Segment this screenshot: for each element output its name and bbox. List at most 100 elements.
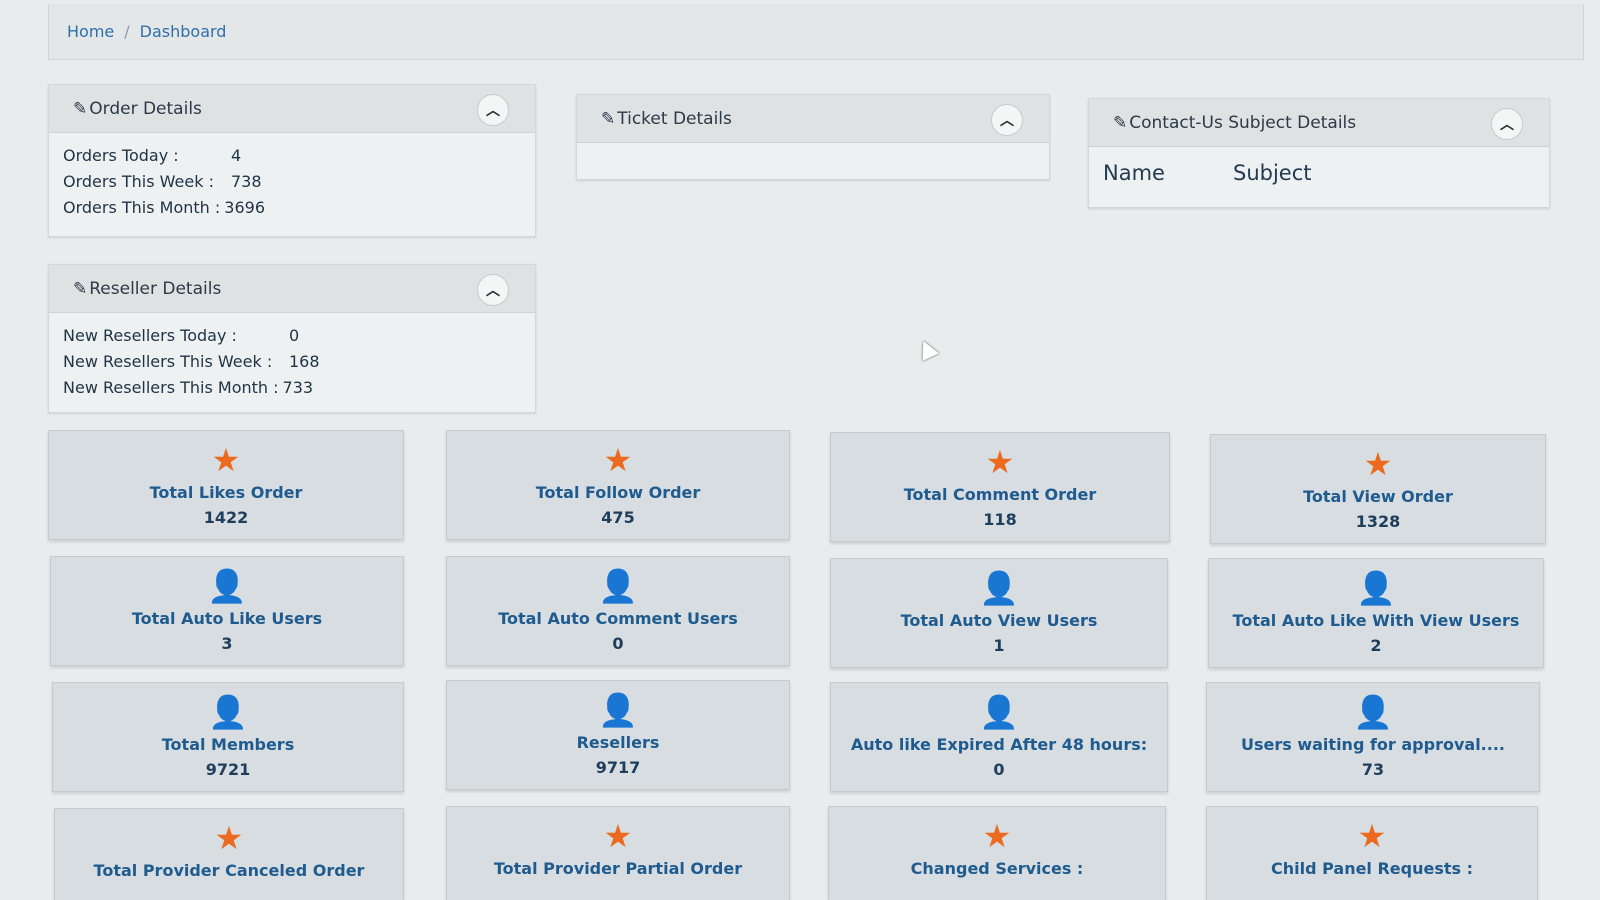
- stat-tile-total-auto-like-with-view-users[interactable]: 👤 Total Auto Like With View Users 2: [1208, 558, 1544, 668]
- ticket-details-title: Ticket Details: [617, 108, 732, 129]
- reseller-stat-value: 0: [289, 326, 300, 345]
- ticket-details-collapse-button[interactable]: ︿: [991, 104, 1023, 136]
- user-icon: 👤: [208, 693, 248, 731]
- order-stat-label: Orders This Week :: [63, 172, 214, 191]
- breadcrumb-home-link[interactable]: Home: [67, 22, 114, 41]
- stat-tile-total-members[interactable]: 👤 Total Members 9721: [52, 682, 404, 792]
- reseller-stat-row: New Resellers This Month :733: [63, 375, 521, 401]
- stat-tile-auto-like-expired[interactable]: 👤 Auto like Expired After 48 hours: 0: [830, 682, 1168, 792]
- stat-tile-label: Total Provider Canceled Order: [93, 861, 365, 880]
- stat-tile-value: 475: [601, 508, 635, 527]
- reseller-stat-row: New Resellers This Week : 168: [63, 349, 521, 375]
- star-icon: ★: [982, 817, 1012, 855]
- user-icon: 👤: [1353, 693, 1393, 731]
- breadcrumb: Home / Dashboard: [48, 4, 1584, 60]
- stat-tile-total-auto-comment-users[interactable]: 👤 Total Auto Comment Users 0: [446, 556, 790, 666]
- stat-tile-label: Users waiting for approval....: [1241, 735, 1505, 754]
- user-icon: 👤: [979, 693, 1019, 731]
- order-details-panel: ✎ Order Details ︿ Orders Today : 4 Orders…: [48, 84, 536, 237]
- stat-tile-value: 1422: [203, 508, 249, 527]
- edit-icon: ✎: [601, 108, 616, 129]
- stat-tile-total-follow-order[interactable]: ★ Total Follow Order 475: [446, 430, 790, 540]
- user-icon: 👤: [598, 691, 638, 729]
- order-stat-value: 738: [231, 172, 262, 191]
- stat-tile-label: Resellers: [576, 733, 660, 752]
- reseller-stat-label: New Resellers This Week :: [63, 352, 273, 371]
- edit-icon: ✎: [1113, 112, 1128, 133]
- ticket-details-panel: ✎ Ticket Details ︿: [576, 94, 1050, 180]
- order-details-title: Order Details: [89, 98, 202, 119]
- column-header-name: Name: [1103, 161, 1165, 185]
- reseller-details-collapse-button[interactable]: ︿: [477, 274, 509, 306]
- star-icon: ★: [603, 817, 633, 855]
- contact-table-header: Name Subject: [1089, 147, 1549, 199]
- stat-tile-total-auto-like-users[interactable]: 👤 Total Auto Like Users 3: [50, 556, 404, 666]
- reseller-details-header: ✎ Reseller Details ︿: [49, 265, 535, 313]
- reseller-stat-label: New Resellers This Month :: [63, 378, 279, 397]
- stat-tile-value: 73: [1361, 760, 1385, 779]
- stat-tile-changed-services[interactable]: ★ Changed Services :: [828, 806, 1166, 900]
- star-icon: ★: [1363, 445, 1393, 483]
- ticket-details-header: ✎ Ticket Details ︿: [577, 95, 1049, 143]
- star-icon: ★: [211, 441, 241, 479]
- reseller-stat-label: New Resellers Today :: [63, 326, 237, 345]
- stat-tile-label: Total Likes Order: [149, 483, 303, 502]
- reseller-details-title: Reseller Details: [89, 278, 222, 299]
- order-stat-label: Orders Today :: [63, 146, 179, 165]
- stat-tile-total-likes-order[interactable]: ★ Total Likes Order 1422: [48, 430, 404, 540]
- chevron-up-icon: ︿: [486, 283, 500, 299]
- stat-tile-value: 0: [612, 634, 624, 653]
- stat-tile-label: Total Members: [161, 735, 295, 754]
- contact-details-collapse-button[interactable]: ︿: [1491, 108, 1523, 140]
- stat-tile-label: Total Comment Order: [903, 485, 1097, 504]
- order-stat-value: 4: [231, 146, 242, 165]
- star-icon: ★: [1357, 817, 1387, 855]
- stat-tile-label: Child Panel Requests :: [1270, 859, 1474, 878]
- order-details-body: Orders Today : 4 Orders This Week : 738 Or…: [49, 133, 535, 231]
- stat-tile-label: Total Auto Comment Users: [498, 609, 738, 628]
- stat-tile-total-provider-canceled-order[interactable]: ★ Total Provider Canceled Order: [54, 808, 404, 900]
- stat-tile-label: Total Auto View Users: [900, 611, 1098, 630]
- star-icon: ★: [214, 819, 244, 857]
- user-icon: 👤: [598, 567, 638, 605]
- stat-tile-label: Changed Services :: [910, 859, 1084, 878]
- stat-tile-value: 9721: [205, 760, 251, 779]
- reseller-stat-value: 168: [289, 352, 320, 371]
- stat-tile-value: 2: [1370, 636, 1382, 655]
- order-details-collapse-button[interactable]: ︿: [477, 94, 509, 126]
- stat-tile-value: 3: [221, 634, 233, 653]
- edit-icon: ✎: [73, 278, 88, 299]
- order-stat-label: Orders This Month :: [63, 198, 221, 217]
- user-icon: 👤: [979, 569, 1019, 607]
- edit-icon: ✎: [73, 98, 88, 119]
- reseller-details-body: New Resellers Today : 0 New Resellers Thi…: [49, 313, 535, 411]
- stat-tile-label: Total Auto Like Users: [131, 609, 323, 628]
- stat-tile-child-panel-requests[interactable]: ★ Child Panel Requests :: [1206, 806, 1538, 900]
- stat-tile-label: Total Auto Like With View Users: [1232, 611, 1520, 630]
- stat-tile-value: 0: [993, 760, 1005, 779]
- user-icon: 👤: [1356, 569, 1396, 607]
- stat-tile-label: Total Follow Order: [535, 483, 701, 502]
- reseller-stat-row: New Resellers Today : 0: [63, 323, 521, 349]
- stat-tile-resellers[interactable]: 👤 Resellers 9717: [446, 680, 790, 790]
- order-stat-value: 3696: [224, 198, 266, 217]
- stat-tile-total-view-order[interactable]: ★ Total View Order 1328: [1210, 434, 1546, 544]
- breadcrumb-current-link[interactable]: Dashboard: [140, 22, 227, 41]
- mouse-cursor-icon: [915, 337, 939, 361]
- stat-tile-label: Total Provider Partial Order: [493, 859, 743, 878]
- chevron-up-icon: ︿: [1500, 117, 1514, 133]
- stat-tile-users-waiting-approval[interactable]: 👤 Users waiting for approval.... 73: [1206, 682, 1540, 792]
- order-details-header: ✎ Order Details ︿: [49, 85, 535, 133]
- contact-details-header: ✎ Contact-Us Subject Details ︿: [1089, 99, 1549, 147]
- order-stat-row: Orders Today : 4: [63, 143, 521, 169]
- user-icon: 👤: [207, 567, 247, 605]
- stat-tile-label: Auto like Expired After 48 hours:: [850, 735, 1148, 754]
- stat-tile-value: 1: [993, 636, 1005, 655]
- column-header-subject: Subject: [1233, 161, 1312, 185]
- contact-details-panel: ✎ Contact-Us Subject Details ︿ Name Subj…: [1088, 98, 1550, 208]
- stat-tile-total-comment-order[interactable]: ★ Total Comment Order 118: [830, 432, 1170, 542]
- stat-tile-total-auto-view-users[interactable]: 👤 Total Auto View Users 1: [830, 558, 1168, 668]
- breadcrumb-separator: /: [124, 22, 130, 41]
- stat-tile-total-provider-partial-order[interactable]: ★ Total Provider Partial Order: [446, 806, 790, 900]
- reseller-details-panel: ✎ Reseller Details ︿ New Resellers Today…: [48, 264, 536, 413]
